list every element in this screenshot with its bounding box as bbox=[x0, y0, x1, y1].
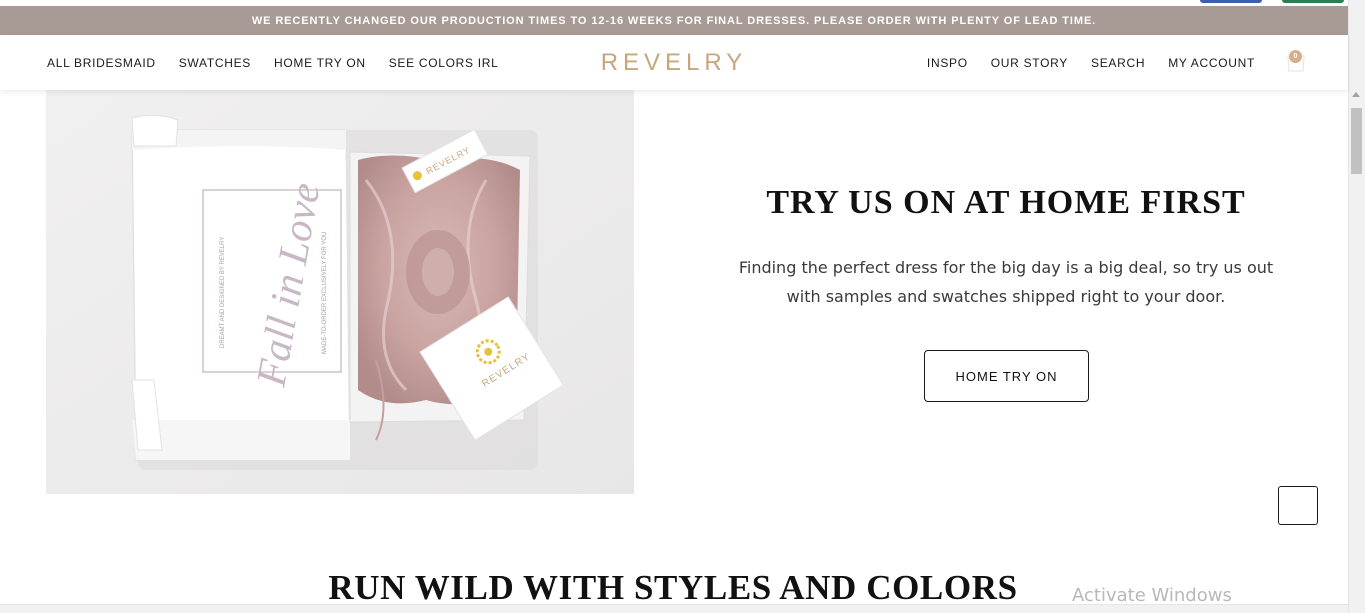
browser-extension-tab[interactable] bbox=[1200, 0, 1262, 3]
nav-link-inspo[interactable]: INSPO bbox=[927, 56, 968, 70]
announcement-text: WE RECENTLY CHANGED OUR PRODUCTION TIMES… bbox=[251, 14, 1097, 27]
scroll-up-arrow-icon[interactable] bbox=[1352, 92, 1360, 97]
promo-description-line-1: Finding the perfect dress for the big da… bbox=[738, 258, 1274, 277]
home-try-on-button[interactable]: HOME TRY ON bbox=[924, 350, 1089, 402]
announcement-bar: WE RECENTLY CHANGED OUR PRODUCTION TIMES… bbox=[0, 6, 1348, 35]
nav-link-our-story[interactable]: OUR STORY bbox=[991, 56, 1068, 70]
cart-button[interactable]: 0 bbox=[1284, 47, 1308, 73]
primary-nav-right: INSPO OUR STORY SEARCH MY ACCOUNT bbox=[927, 35, 1255, 90]
promo-description: Finding the perfect dress for the big da… bbox=[722, 253, 1290, 311]
box-photo: DREAMT AND DESIGNED BY REVELRY Fall in L… bbox=[46, 90, 634, 494]
floating-action-button[interactable] bbox=[1278, 486, 1318, 525]
section-title: RUN WILD WITH STYLES AND COLORS bbox=[328, 568, 1018, 607]
promo-title: TRY US ON AT HOME FIRST bbox=[766, 184, 1246, 221]
svg-text:DREAMT AND DESIGNED BY REVELRY: DREAMT AND DESIGNED BY REVELRY bbox=[220, 237, 226, 348]
browser-extension-tab[interactable] bbox=[1282, 0, 1344, 3]
site-header: ALL BRIDESMAID SWATCHES HOME TRY ON SEE … bbox=[0, 35, 1348, 90]
svg-text:MADE-TO-ORDER EXCLUSIVELY FOR: MADE-TO-ORDER EXCLUSIVELY FOR YOU bbox=[322, 232, 328, 354]
primary-nav-left: ALL BRIDESMAID SWATCHES HOME TRY ON SEE … bbox=[47, 35, 499, 90]
windows-activation-watermark: Activate Windows bbox=[1072, 585, 1232, 606]
site-logo[interactable]: REVELRY bbox=[600, 49, 748, 77]
nav-link-all-bridesmaid[interactable]: ALL BRIDESMAID bbox=[47, 56, 156, 70]
home-try-on-box-image: DREAMT AND DESIGNED BY REVELRY Fall in L… bbox=[46, 90, 634, 494]
nav-link-swatches[interactable]: SWATCHES bbox=[179, 56, 251, 70]
nav-link-see-colors-irl[interactable]: SEE COLORS IRL bbox=[389, 56, 499, 70]
horizontal-scrollbar[interactable] bbox=[0, 604, 1348, 613]
nav-link-my-account[interactable]: MY ACCOUNT bbox=[1168, 56, 1255, 70]
scrollbar-thumb[interactable] bbox=[1351, 108, 1362, 174]
nav-link-search[interactable]: SEARCH bbox=[1091, 56, 1145, 70]
nav-link-home-try-on[interactable]: HOME TRY ON bbox=[274, 56, 366, 70]
page: WE RECENTLY CHANGED OUR PRODUCTION TIMES… bbox=[0, 0, 1365, 613]
cart-count-badge: 0 bbox=[1289, 50, 1302, 63]
promo-description-line-2: with samples and swatches shipped right … bbox=[786, 287, 1226, 306]
